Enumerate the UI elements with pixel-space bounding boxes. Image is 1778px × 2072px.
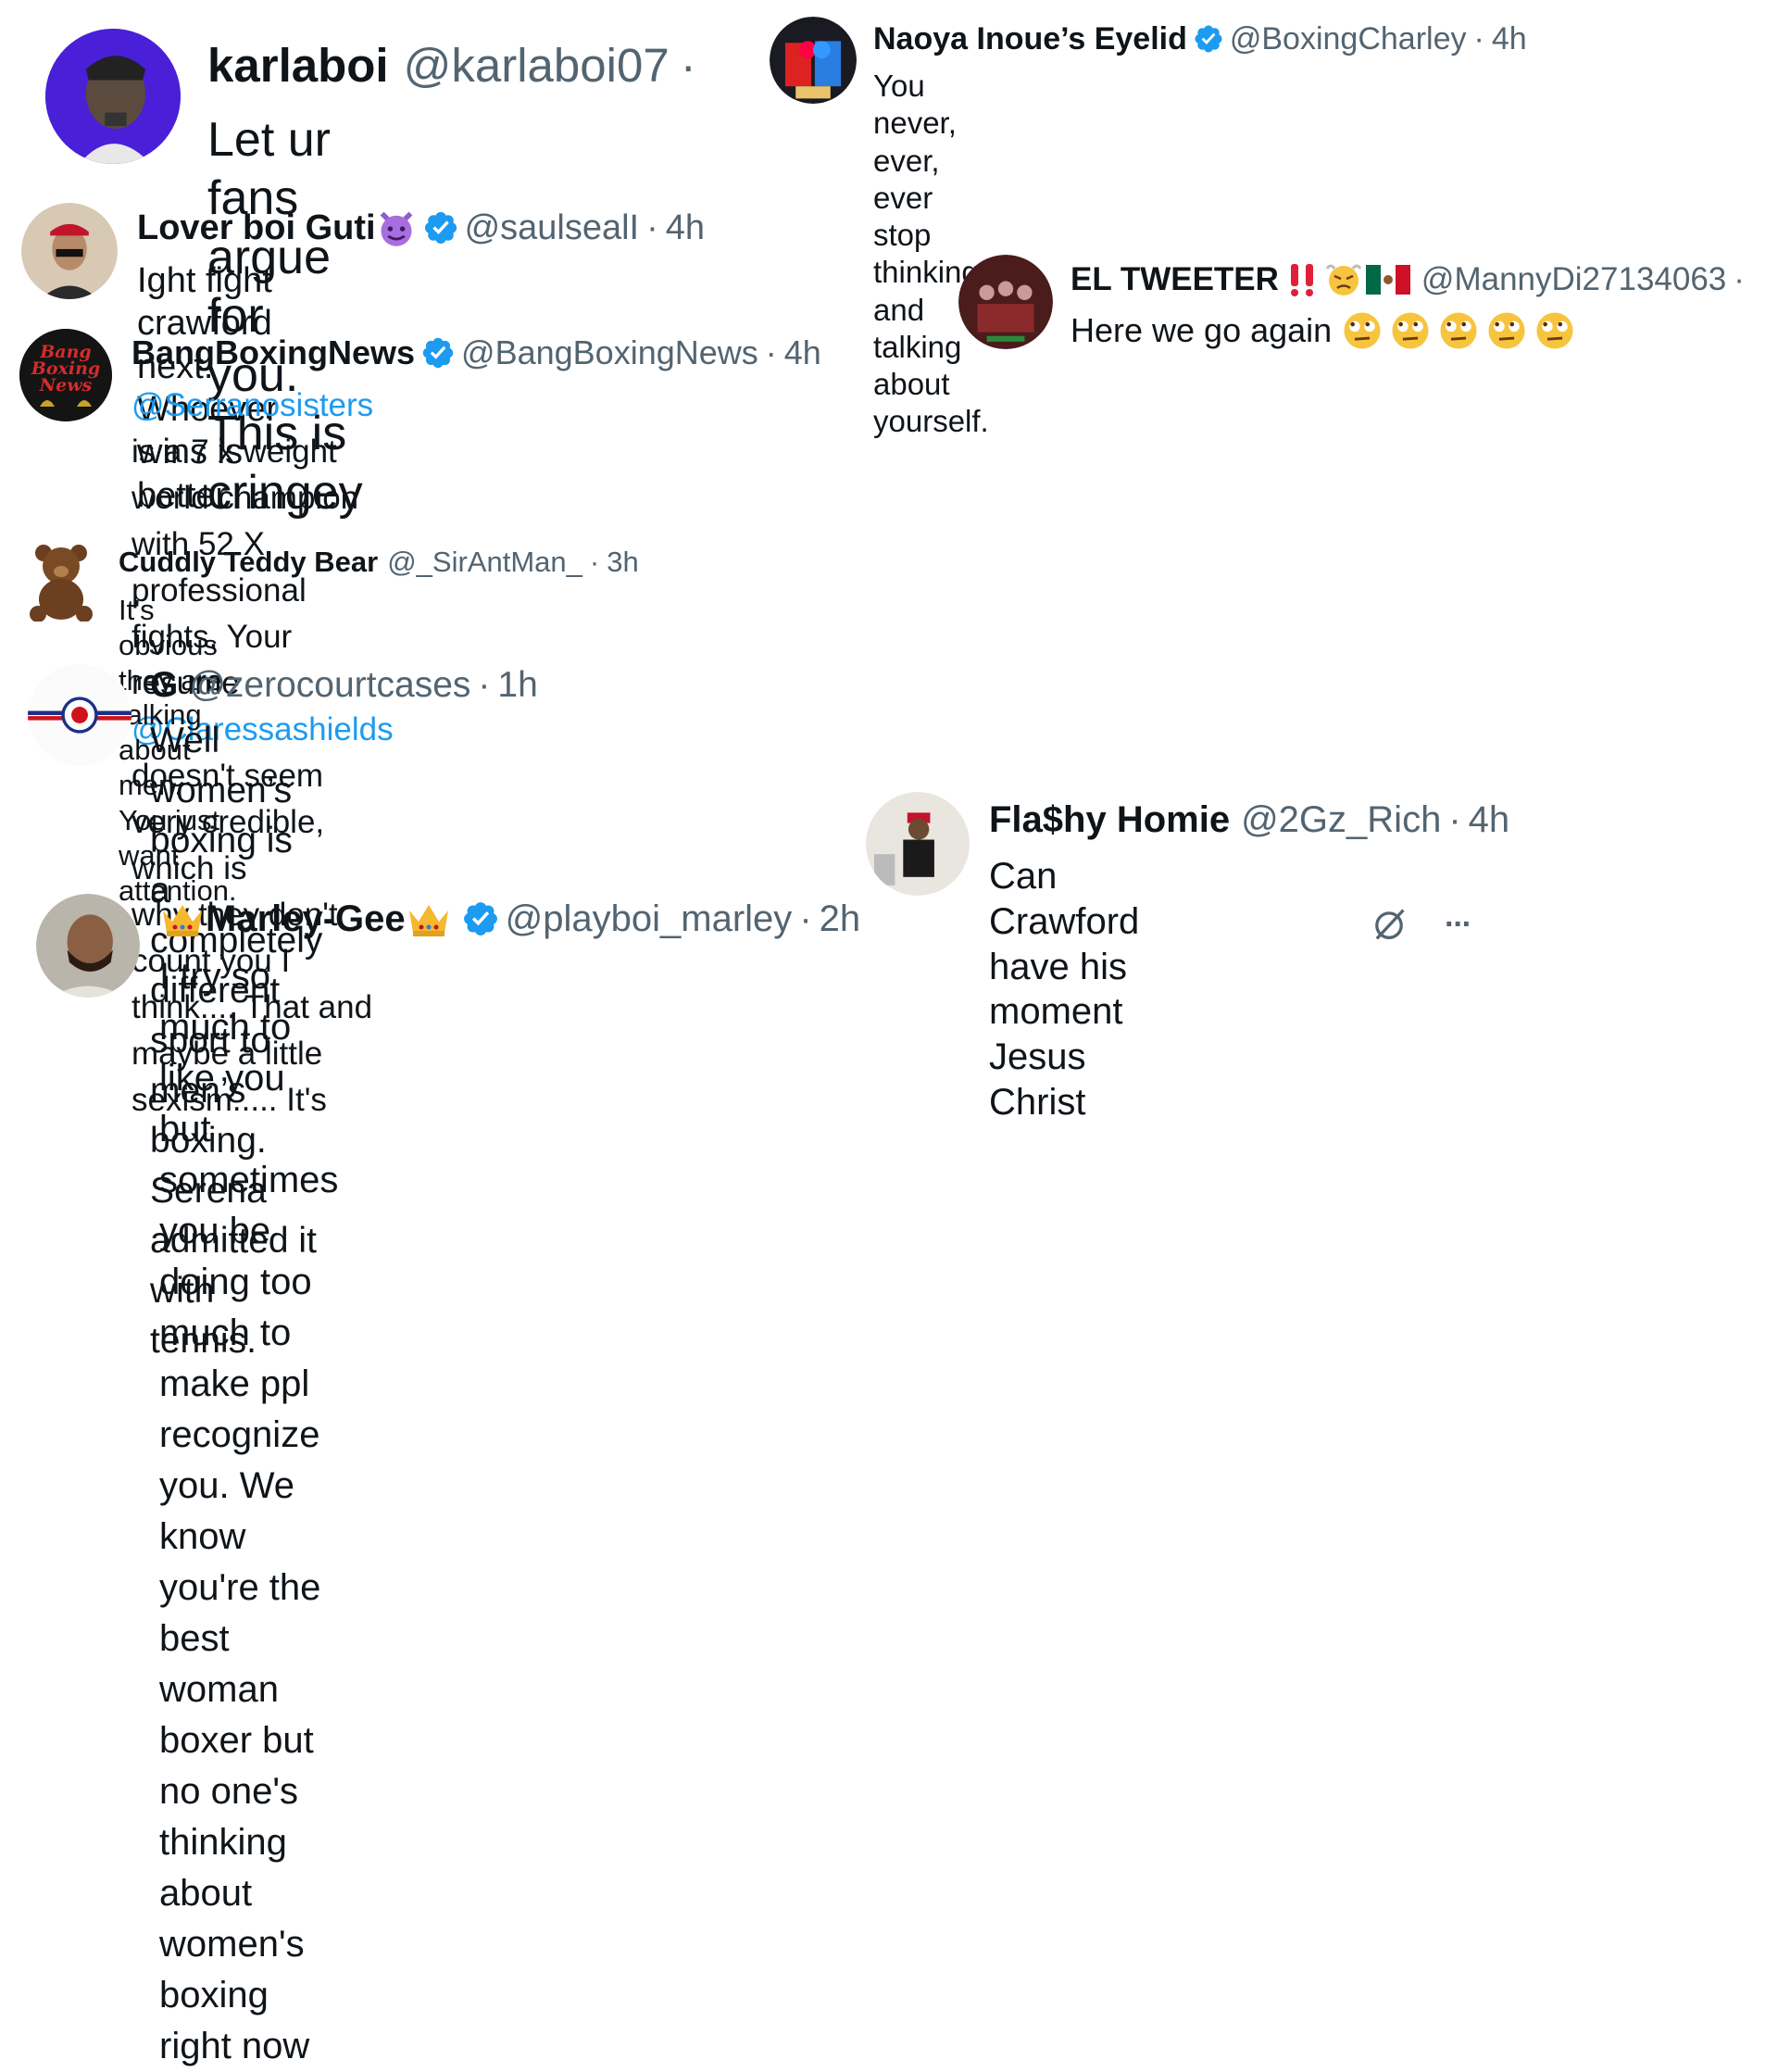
avatar[interactable] [45,29,181,164]
rolling-eyes-emoji-icon [1341,309,1384,352]
separator-dot: · [1448,798,1461,840]
separator-dot: · [1473,20,1484,57]
separator-dot: · [646,207,658,247]
tweet-line: I try so much to like you but sometimes … [159,956,339,1404]
display-name[interactable]: Marley-Gee [206,898,406,940]
avatar[interactable] [23,540,99,622]
timestamp[interactable]: 4h [1492,21,1527,57]
tweet-text: I try so much to like you but sometimes … [159,951,338,2072]
tweet-line: about women's boxing right now [159,1873,310,2066]
display-name[interactable]: BangBoxingNews [131,333,415,372]
tweet-text: Can Crawford have his moment Jesus Chris… [989,856,1140,1123]
timestamp[interactable]: 3h [607,546,638,579]
avatar[interactable] [866,792,970,896]
tweet-text: You never, ever, ever stop thinking and … [873,69,989,439]
grok-icon[interactable] [1369,904,1409,945]
user-handle[interactable]: @karlaboi07 [404,38,670,93]
separator-dot: · [765,333,777,371]
verified-badge-icon [461,899,500,938]
timestamp[interactable]: 4h [784,333,821,372]
crown-emoji-icon [406,899,452,938]
display-name[interactable]: Fla$hy Homie [989,799,1230,841]
mention-link[interactable]: @Serranosisters [131,387,373,423]
user-handle[interactable]: @BoxingCharley [1230,21,1467,57]
display-name[interactable]: EL TWEETER [1071,261,1279,298]
display-name[interactable]: karlaboi [207,38,389,93]
avatar[interactable] [21,203,118,299]
user-handle[interactable]: @2Gz_Rich [1241,799,1441,841]
tweet-text-segment: is a 7 x weight world champion with 52 X… [131,433,359,609]
verified-badge-icon [1193,23,1224,55]
display-name[interactable]: G [150,665,178,706]
separator-dot: · [478,665,491,705]
rolling-eyes-emoji-icon [1485,309,1528,352]
double-exclamation-icon [1286,262,1318,297]
user-handle[interactable]: @MannyDi27134063 [1421,261,1726,298]
separator-dot: · [680,38,696,92]
verified-badge-icon [422,209,459,246]
rolling-eyes-emoji-icon [1534,309,1576,352]
mexico-flag-icon [1365,265,1410,295]
user-handle[interactable]: @playboi_marley [506,898,793,940]
separator-dot: · [589,546,600,578]
rolling-eyes-emojis [1341,309,1576,352]
timestamp[interactable]: 1h [497,665,537,706]
crown-emoji-icon [159,899,206,938]
separator-dot: · [799,898,812,939]
rolling-eyes-emoji-icon [1437,309,1480,352]
timestamp[interactable]: 4h [666,208,705,248]
brand-logo-text: Bang Boxing News [31,342,101,396]
tweet-text-row: Here we go again [1071,308,1576,353]
avatar[interactable] [770,17,857,104]
timestamp[interactable]: 4h [1469,799,1510,841]
tweet-line: recognize you. We know you're the best w… [159,1414,321,1863]
rolling-eyes-emoji-icon [1389,309,1432,352]
angry-emoji-icon [1325,261,1362,298]
display-name[interactable]: Cuddly Teddy Bear [119,546,378,579]
user-handle[interactable]: @zerocourtcases [189,665,470,706]
tweet-text: Here we go again [1071,311,1333,349]
avatar[interactable] [958,255,1053,349]
display-name[interactable]: Lover boi Guti [137,208,376,248]
devil-emoji-icon [376,207,417,248]
verified-badge-icon [420,335,456,370]
separator-dot: · [1734,261,1745,297]
avatar[interactable] [36,894,140,998]
avatar[interactable] [28,663,131,767]
user-handle[interactable]: @saulsealI [465,208,640,248]
timestamp[interactable]: 2h [820,898,861,940]
avatar[interactable]: Bang Boxing News [19,329,112,421]
more-icon[interactable]: ··· [1445,907,1472,943]
user-handle[interactable]: @_SirAntMan_ [387,546,582,579]
user-handle[interactable]: @BangBoxingNews [461,333,758,372]
display-name[interactable]: Naoya Inoue’s Eyelid [873,21,1187,57]
